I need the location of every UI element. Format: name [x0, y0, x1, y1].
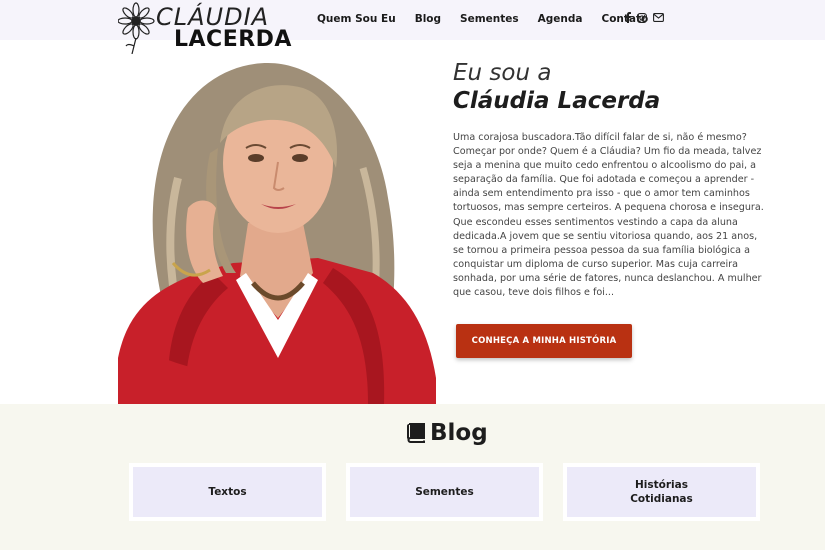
nav-quem-sou-eu[interactable]: Quem Sou Eu — [317, 13, 396, 25]
blog-heading: Blog — [405, 420, 488, 446]
card-label: Textos — [208, 486, 247, 498]
card-inner: Histórias Cotidianas — [567, 467, 756, 517]
blog-card-textos[interactable]: Textos — [129, 463, 326, 521]
card-inner: Textos — [133, 467, 322, 517]
card-label: Sementes — [415, 486, 474, 498]
social-links — [625, 12, 670, 27]
site-logo[interactable]: CLÁUDIA LACERDA — [118, 2, 308, 54]
nav-sementes[interactable]: Sementes — [460, 13, 519, 25]
nav-agenda[interactable]: Agenda — [538, 13, 583, 25]
cta-my-story-button[interactable]: CONHEÇA A MINHA HISTÓRIA — [456, 324, 632, 358]
email-icon[interactable] — [653, 13, 664, 26]
flower-logo-icon — [118, 2, 155, 54]
portrait-photo — [118, 58, 436, 404]
card-label: Histórias Cotidianas — [630, 479, 693, 505]
instagram-icon[interactable] — [637, 12, 647, 27]
hero-bio-text: Uma corajosa buscadora.Tão difícil falar… — [453, 132, 764, 299]
nav-blog[interactable]: Blog — [415, 13, 441, 25]
blog-card-sementes[interactable]: Sementes — [346, 463, 543, 521]
logo-text-last-name: LACERDA — [174, 27, 292, 52]
blog-heading-text: Blog — [430, 420, 488, 446]
site-header: CLÁUDIA LACERDA Quem Sou Eu Blog Semente… — [0, 0, 825, 54]
hero-name-line: Cláudia Lacerda — [453, 88, 661, 114]
main-nav: Quem Sou Eu Blog Sementes Agenda Contato — [317, 13, 667, 25]
hero-heading: Eu sou a Cláudia Lacerda — [453, 60, 660, 116]
hero-intro-line: Eu sou a — [453, 60, 552, 86]
blog-card-historias-cotidianas[interactable]: Histórias Cotidianas — [563, 463, 760, 521]
card-inner: Sementes — [350, 467, 539, 517]
facebook-icon[interactable] — [625, 12, 631, 27]
book-icon — [407, 423, 425, 443]
